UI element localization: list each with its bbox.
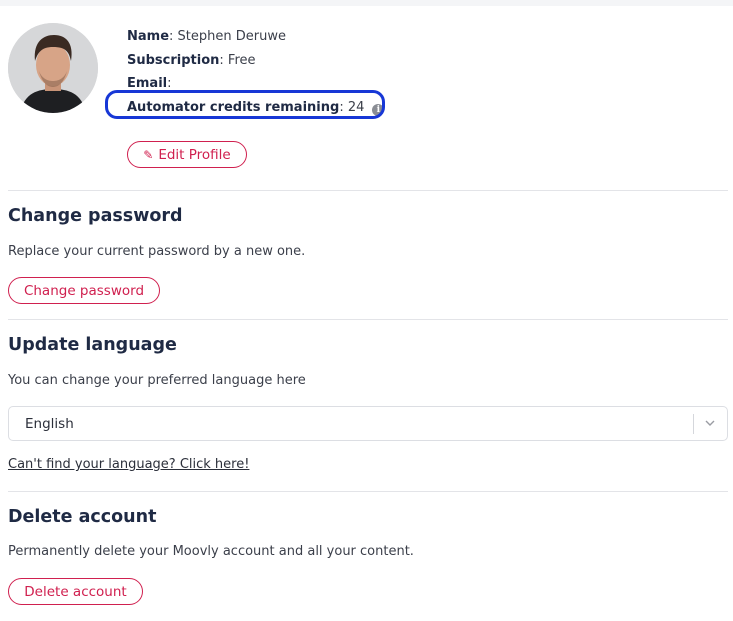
language-select[interactable]: English xyxy=(8,406,728,441)
select-separator xyxy=(693,414,694,434)
subscription-value: Free xyxy=(227,52,256,68)
name-label: Name xyxy=(127,29,170,44)
divider xyxy=(8,190,728,191)
update-language-title: Update language xyxy=(8,335,177,355)
change-password-title: Change password xyxy=(8,206,183,226)
edit-profile-label: Edit Profile xyxy=(158,146,231,163)
chevron-down-icon[interactable] xyxy=(703,416,717,430)
subscription-label: Subscription xyxy=(127,52,220,68)
edit-profile-button[interactable]: ✎ Edit Profile xyxy=(127,141,247,168)
avatar xyxy=(8,23,98,113)
credits-highlight xyxy=(105,90,385,119)
delete-account-description: Permanently delete your Moovly account a… xyxy=(8,544,414,559)
language-help-link[interactable]: Can't find your language? Click here! xyxy=(8,457,249,472)
subscription-row: Subscription: Free xyxy=(127,52,256,68)
delete-account-title: Delete account xyxy=(8,507,157,527)
delete-account-button[interactable]: Delete account xyxy=(8,578,143,605)
top-strip xyxy=(0,0,733,6)
language-select-value: English xyxy=(25,416,74,432)
pencil-icon: ✎ xyxy=(143,147,154,162)
name-value: Stephen Deruwe xyxy=(177,29,286,44)
name-row: Name: Stephen Deruwe xyxy=(127,29,286,44)
update-language-description: You can change your preferred language h… xyxy=(8,373,306,388)
change-password-description: Replace your current password by a new o… xyxy=(8,244,306,259)
change-password-button[interactable]: Change password xyxy=(8,277,160,304)
divider xyxy=(8,319,728,320)
email-label: Email xyxy=(127,76,168,91)
divider xyxy=(8,491,728,492)
